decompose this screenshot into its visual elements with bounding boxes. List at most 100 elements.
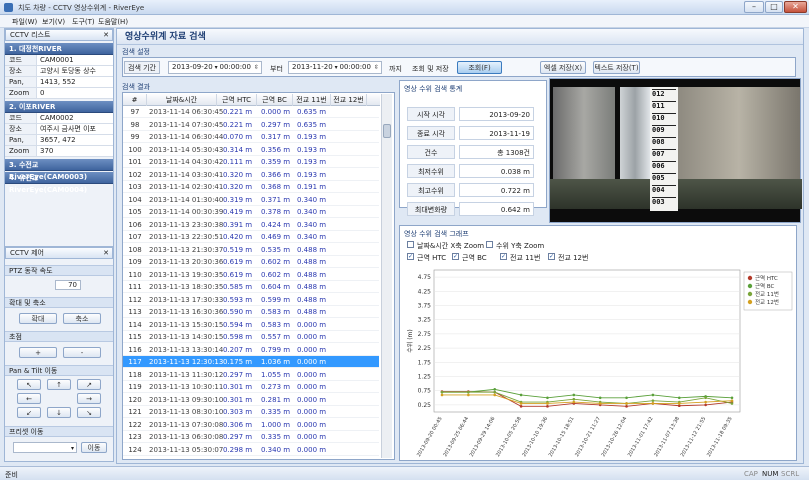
pan-left-button[interactable]: ← bbox=[17, 393, 41, 404]
table-row[interactable]: 106 2013-11-13 23:30:38 0.391 m 0.424 m 0.34… bbox=[123, 219, 379, 231]
pan-up-button[interactable]: ↑ bbox=[47, 379, 71, 390]
cell-datetime: 2013-11-14 05:30:43 bbox=[149, 145, 224, 154]
zoom-in-button[interactable]: 확대 bbox=[19, 313, 57, 324]
table-row[interactable]: 123 2013-11-13 06:30:08 0.297 m 0.335 m 0.00… bbox=[123, 431, 379, 444]
zoom-out-button[interactable]: 축소 bbox=[63, 313, 101, 324]
cell-value: 0.368 m bbox=[261, 183, 291, 191]
series-11-checkbox[interactable]: ✓ bbox=[500, 253, 507, 260]
series-bc-checkbox[interactable]: ✓ bbox=[452, 253, 459, 260]
table-row[interactable]: 114 2013-11-13 15:30:15 0.594 m 0.583 m 0.00… bbox=[123, 319, 379, 331]
focus-minus-button[interactable]: - bbox=[63, 347, 101, 358]
table-row[interactable]: 110 2013-11-13 19:30:35 0.619 m 0.602 m 0.48… bbox=[123, 269, 379, 281]
cell-value: 0.000 m bbox=[297, 383, 327, 391]
close-icon[interactable]: ✕ bbox=[103, 248, 109, 259]
cell-num: 106 bbox=[128, 220, 142, 229]
pan-down-button[interactable]: ↓ bbox=[47, 407, 71, 418]
camera-header-1[interactable]: 1. 대정천RIVER EYE(CAM0001) bbox=[5, 43, 113, 65]
series-12-checkbox[interactable]: ✓ bbox=[548, 253, 555, 260]
data-point bbox=[704, 403, 707, 407]
table-row[interactable]: 108 2013-11-13 21:30:37 0.519 m 0.535 m 0.48… bbox=[123, 244, 379, 256]
col-12[interactable]: 전교 12번 bbox=[331, 94, 367, 106]
table-row[interactable]: 109 2013-11-13 20:30:36 0.619 m 0.602 m 0.48… bbox=[123, 256, 379, 269]
table-row[interactable]: 111 2013-11-13 18:30:35 0.585 m 0.604 m 0.48… bbox=[123, 281, 379, 294]
table-row[interactable]: 103 2013-11-14 02:30:41 0.320 m 0.368 m 0.19… bbox=[123, 181, 379, 194]
cell-datetime: 2013-11-13 15:30:15 bbox=[149, 320, 224, 329]
table-row[interactable]: 124 2013-11-13 05:30:07 0.298 m 0.340 m 0.00… bbox=[123, 444, 379, 456]
stat-value: 0.722 m bbox=[459, 183, 534, 197]
table-row[interactable]: 99 2013-11-14 06:30:44 0.070 m 0.317 m 0.193… bbox=[123, 131, 379, 144]
cell-value: 0.191 m bbox=[297, 183, 327, 191]
prop-value: CAM0002 bbox=[37, 113, 113, 123]
maximize-button[interactable]: □ bbox=[765, 1, 783, 13]
end-datetime-input[interactable]: 2013-11-20 ▾ 00:00:00 ⇳ bbox=[288, 61, 382, 74]
table-row[interactable]: 100 2013-11-14 05:30:43 0.314 m 0.356 m 0.19… bbox=[123, 144, 379, 156]
cell-value: 0.359 m bbox=[261, 158, 291, 166]
table-row[interactable]: 116 2013-11-13 13:30:14 0.207 m 0.799 m 0.00… bbox=[123, 344, 379, 356]
table-row[interactable]: 104 2013-11-14 01:30:40 0.319 m 0.371 m 0.34… bbox=[123, 194, 379, 206]
menu-help[interactable]: 도움말(H) bbox=[98, 17, 128, 27]
table-row[interactable]: 119 2013-11-13 10:30:11 0.301 m 0.273 m 0.00… bbox=[123, 381, 379, 394]
col-htc[interactable]: 근역 HTC bbox=[217, 94, 257, 106]
search-button[interactable]: 조회(F) bbox=[457, 61, 502, 74]
x-tick-label: 2013-11-07 13:38 bbox=[653, 416, 681, 458]
cell-value: 0.366 m bbox=[261, 170, 291, 179]
table-row[interactable]: 115 2013-11-13 14:30:15 0.598 m 0.557 m 0.00… bbox=[123, 331, 379, 344]
pan-down-left-button[interactable]: ↙ bbox=[17, 407, 41, 418]
col-num[interactable]: # bbox=[123, 94, 147, 106]
table-row[interactable]: 112 2013-11-13 17:30:33 0.593 m 0.599 m 0.48… bbox=[123, 294, 379, 306]
menu-tools[interactable]: 도구(T) bbox=[72, 17, 95, 27]
chevron-down-icon: ▾ bbox=[332, 64, 340, 71]
cell-value: 0.371 m bbox=[261, 195, 291, 204]
excel-save-button[interactable]: 엑셀 저장(X) bbox=[540, 61, 586, 74]
ptz-speed-label: PTZ 동작 속도 bbox=[5, 265, 113, 276]
camera-header-2[interactable]: 2. 이포RIVER EYE(CAM0002) bbox=[5, 101, 113, 123]
preset-select[interactable]: ▾ bbox=[13, 442, 77, 453]
table-row[interactable]: 120 2013-11-13 09:30:10 0.301 m 0.281 m 0.00… bbox=[123, 394, 379, 406]
pan-up-right-button[interactable]: ↗ bbox=[77, 379, 101, 390]
table-row[interactable]: 97 2013-11-14 06:30:45 0.221 m 0.000 m 0.635… bbox=[123, 106, 379, 119]
col-11[interactable]: 전교 11번 bbox=[293, 94, 331, 106]
table-row[interactable]: 121 2013-11-13 08:30:10 0.303 m 0.335 m 0.00… bbox=[123, 406, 379, 419]
pan-up-left-button[interactable]: ↖ bbox=[17, 379, 41, 390]
table-row[interactable]: 107 2013-11-13 22:30:51 0.420 m 0.469 m 0.34… bbox=[123, 231, 379, 244]
table-row[interactable]: 101 2013-11-14 04:30:42 0.111 m 0.359 m 0.19… bbox=[123, 156, 379, 169]
cell-num: 108 bbox=[128, 245, 142, 254]
table-row[interactable]: 102 2013-11-14 03:30:41 0.320 m 0.366 m 0.19… bbox=[123, 169, 379, 181]
start-datetime-input[interactable]: 2013-09-20 ▾ 00:00:00 ⇳ bbox=[168, 61, 262, 74]
col-bc[interactable]: 근역 BC bbox=[257, 94, 293, 106]
focus-plus-button[interactable]: + bbox=[19, 347, 57, 358]
zoom-y-checkbox[interactable] bbox=[486, 241, 493, 248]
table-row[interactable]: 98 2013-11-14 07:30:45 0.221 m 0.297 m 0.635… bbox=[123, 119, 379, 131]
table-row[interactable]: 122 2013-11-13 07:30:08 0.306 m 1.000 m 0.00… bbox=[123, 419, 379, 431]
pan-right-button[interactable]: → bbox=[77, 393, 101, 404]
ptz-speed-input[interactable]: 70 bbox=[55, 280, 81, 290]
series-htc-checkbox[interactable]: ✓ bbox=[407, 253, 414, 260]
preset-label: 프리셋 이동 bbox=[5, 426, 113, 437]
camera-header-3[interactable]: 3. 수전교 RiverEye(CAM0003) bbox=[5, 159, 113, 181]
camera-props-2: 코드CAM0002장소여주시 금사면 이포Pan, Tilt3657, 472Z… bbox=[5, 113, 113, 157]
table-row[interactable]: 105 2013-11-14 00:30:39 0.419 m 0.378 m 0.34… bbox=[123, 206, 379, 219]
cell-value: 0.221 m bbox=[223, 120, 253, 129]
cell-value: 0.306 m bbox=[223, 420, 253, 429]
col-datetime[interactable]: 날짜&시간 bbox=[147, 94, 217, 106]
pan-down-right-button[interactable]: ↘ bbox=[77, 407, 101, 418]
menu-file[interactable]: 파일(W) bbox=[12, 17, 37, 27]
scrollbar-thumb[interactable] bbox=[383, 124, 391, 138]
text-save-button[interactable]: 텍스트 저장(T) bbox=[593, 61, 640, 74]
cell-num: 121 bbox=[128, 408, 142, 416]
results-scrollbar[interactable] bbox=[381, 94, 392, 458]
period-label: 검색 기간 bbox=[124, 61, 160, 74]
table-row[interactable]: 117 2013-11-13 12:30:13 0.175 m 1.036 m 0.00… bbox=[123, 356, 379, 369]
data-point bbox=[677, 404, 681, 408]
minimize-button[interactable]: – bbox=[744, 1, 764, 13]
cell-value: 0.000 m bbox=[297, 358, 327, 366]
cell-value: 0.488 m bbox=[297, 270, 327, 279]
zoom-x-checkbox[interactable] bbox=[407, 241, 414, 248]
preset-move-button[interactable]: 이동 bbox=[81, 442, 107, 453]
menu-view[interactable]: 보기(V) bbox=[42, 17, 65, 27]
table-row[interactable]: 118 2013-11-13 11:30:12 0.297 m 1.055 m 0.00… bbox=[123, 369, 379, 381]
cell-value: 0.314 m bbox=[223, 145, 253, 154]
close-icon[interactable]: ✕ bbox=[103, 30, 109, 41]
close-button[interactable]: ✕ bbox=[784, 1, 807, 13]
table-row[interactable]: 113 2013-11-13 16:30:36 0.590 m 0.583 m 0.48… bbox=[123, 306, 379, 319]
